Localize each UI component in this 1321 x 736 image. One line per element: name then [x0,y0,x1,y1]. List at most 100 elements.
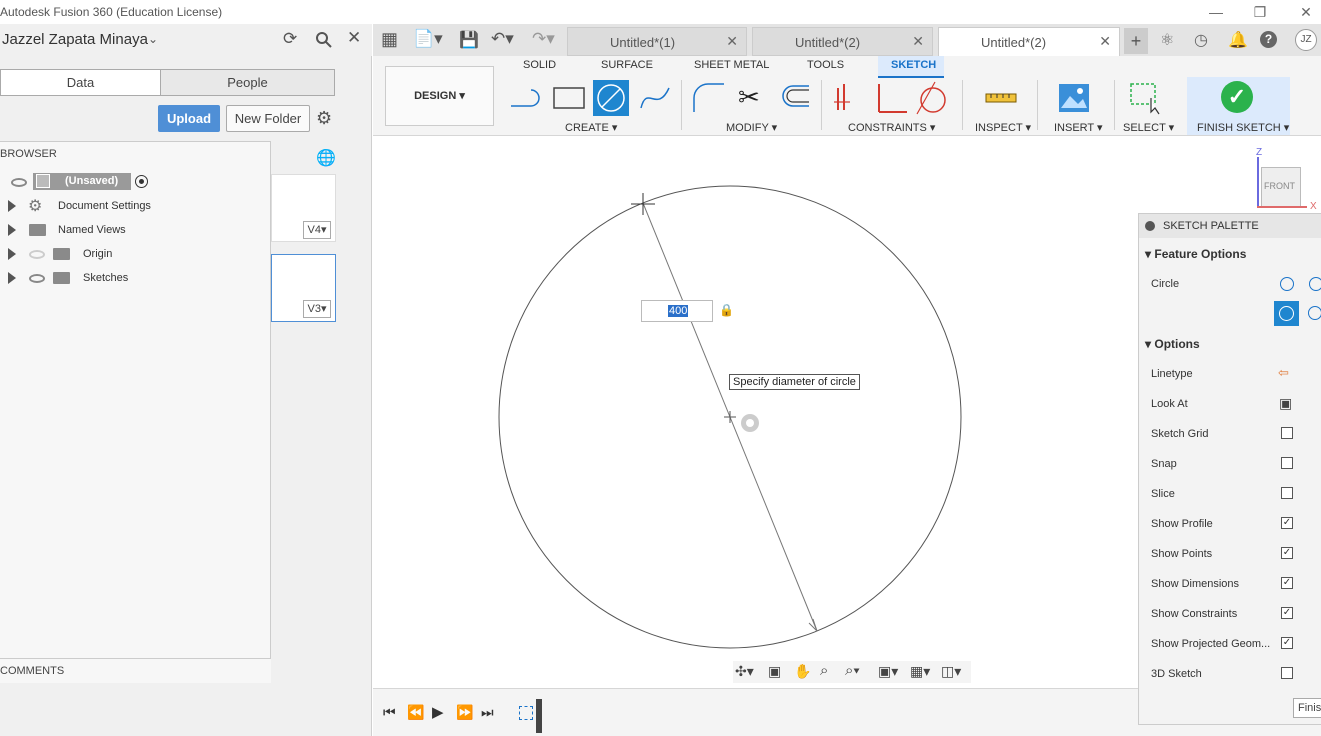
palette-header[interactable]: SKETCH PALETTE [1139,214,1321,238]
eye-icon[interactable] [29,274,45,283]
file-icon[interactable]: 📄▾ [413,29,443,49]
viewcube-face[interactable]: FRONT [1264,181,1295,191]
eye-hidden-icon[interactable] [29,250,45,259]
spline-tool-icon[interactable] [637,80,673,116]
workspace-switcher[interactable]: DESIGN ▾ [385,66,494,126]
linetype-icon[interactable]: ⇦ [1278,365,1289,381]
close-tab-icon[interactable]: ✕ [1099,33,1111,50]
group-constraints[interactable]: CONSTRAINTS ▾ [848,121,935,134]
user-name[interactable]: Jazzel Zapata Minaya [2,31,148,48]
version-card[interactable]: V3▾ [271,254,336,322]
group-create[interactable]: CREATE ▾ [565,121,617,134]
activate-radio[interactable] [135,175,148,188]
group-finish-sketch[interactable]: FINISH SKETCH ▾ [1197,121,1289,134]
slice-checkbox[interactable] [1281,487,1293,499]
three-point-circle-icon[interactable] [1308,306,1321,320]
trim-tool-icon[interactable]: ✂ [738,82,760,113]
avatar[interactable]: JZ [1295,29,1317,51]
center-diameter-circle-icon[interactable] [1280,277,1294,291]
browser-item[interactable]: ⚙ Document Settings [0,194,271,218]
tab-people[interactable]: People [160,69,335,96]
zoom-icon[interactable]: ⌕ [820,662,828,679]
new-folder-button[interactable]: New Folder [226,105,310,132]
next-step-icon[interactable]: ⏩ [456,704,473,721]
browser-item[interactable]: Named Views [0,218,271,242]
close-window-icon[interactable]: ✕ [1294,2,1318,22]
two-point-circle-icon[interactable] [1274,301,1299,326]
viewports-icon[interactable]: ◫▾ [941,663,961,680]
doc-tab[interactable]: Untitled*(2) ✕ [752,27,933,56]
pan-icon[interactable]: ✋ [794,663,811,680]
refresh-icon[interactable]: ⟳ [283,29,297,49]
tab-sheet-metal[interactable]: SHEET METAL [694,59,769,71]
undo-icon[interactable]: ↶▾ [491,29,514,49]
group-select[interactable]: SELECT ▾ [1123,121,1174,134]
center-radius-circle-icon[interactable] [1309,277,1321,291]
redo-icon[interactable]: ↷▾ [532,29,555,49]
show-dimensions-checkbox[interactable]: ✓ [1281,577,1293,589]
globe-icon[interactable]: 🌐 [316,148,336,168]
close-tab-icon[interactable]: ✕ [726,33,738,50]
tangent-constraint-icon[interactable] [915,80,951,116]
look-at-icon[interactable]: ▣ [768,663,781,680]
close-panel-icon[interactable]: ✕ [347,28,361,48]
collapse-icon[interactable] [1145,221,1155,231]
horizontal-constraint-icon[interactable] [830,80,866,116]
search-icon[interactable] [315,31,332,48]
expand-icon[interactable] [8,224,16,236]
browser-item[interactable]: Origin [0,242,271,266]
orbit-icon[interactable]: ✣▾ [735,663,754,680]
save-icon[interactable]: 💾 [459,30,479,50]
help-icon[interactable]: ? [1260,31,1277,48]
lock-icon[interactable]: 🔒 [719,303,734,317]
offset-tool-icon[interactable] [777,80,813,116]
comments-bar[interactable]: COMMENTS [0,658,271,683]
perpendicular-constraint-icon[interactable] [873,80,909,116]
3d-sketch-checkbox[interactable] [1281,667,1293,679]
finish-sketch-check-icon[interactable]: ✓ [1221,81,1253,113]
display-settings-icon[interactable]: ▣▾ [878,663,898,680]
restore-icon[interactable]: ❐ [1248,2,1272,22]
section-options[interactable]: ▾ Options [1145,337,1200,351]
version-badge[interactable]: V3▾ [303,300,331,318]
eye-icon[interactable] [11,178,27,187]
close-tab-icon[interactable]: ✕ [912,33,924,50]
sketch-grid-checkbox[interactable] [1281,427,1293,439]
expand-icon[interactable] [8,272,16,284]
expand-icon[interactable] [8,248,16,260]
upload-button[interactable]: Upload [158,105,220,132]
show-projected-geometries-checkbox[interactable]: ✓ [1281,637,1293,649]
browser-root[interactable]: (Unsaved) [0,170,271,194]
tab-sketch[interactable]: SKETCH [891,59,936,71]
show-constraints-checkbox[interactable]: ✓ [1281,607,1293,619]
gear-icon[interactable]: ⚙ [316,108,332,129]
diameter-input[interactable]: 400 [641,300,713,322]
line-tool-icon[interactable] [507,80,543,116]
job-status-icon[interactable]: ◷ [1194,30,1208,50]
fit-icon[interactable]: ⌕▾ [845,662,860,679]
look-at-icon[interactable]: ▣ [1279,395,1292,412]
extensions-icon[interactable]: ⚛ [1160,30,1174,50]
doc-tab[interactable]: Untitled*(1) ✕ [567,27,747,56]
minimize-icon[interactable]: — [1204,2,1228,22]
grid-settings-icon[interactable]: ▦▾ [910,663,930,680]
tab-data[interactable]: Data [0,69,161,96]
version-card[interactable]: V4▾ [271,174,336,242]
rectangle-tool-icon[interactable] [551,80,587,116]
timeline-marker[interactable] [536,699,542,733]
grid-menu-icon[interactable]: ▦ [381,29,398,50]
group-insert[interactable]: INSERT ▾ [1054,121,1103,134]
circle-tool-icon[interactable] [593,80,629,116]
section-feature-options[interactable]: ▾ Feature Options [1145,247,1246,261]
diameter-value[interactable]: 400 [668,305,689,317]
group-inspect[interactable]: INSPECT ▾ [975,121,1031,134]
show-points-checkbox[interactable]: ✓ [1281,547,1293,559]
new-tab-icon[interactable]: + [1124,28,1148,54]
measure-icon[interactable] [983,80,1019,116]
tab-surface[interactable]: SURFACE [601,59,653,71]
last-step-icon[interactable]: ⏭ [481,704,494,721]
doc-tab-active[interactable]: Untitled*(2) ✕ [938,27,1120,56]
tab-solid[interactable]: SOLID [523,59,556,71]
finish-sketch-button[interactable]: Finis [1293,698,1321,718]
sketch-feature-icon[interactable] [519,706,533,720]
